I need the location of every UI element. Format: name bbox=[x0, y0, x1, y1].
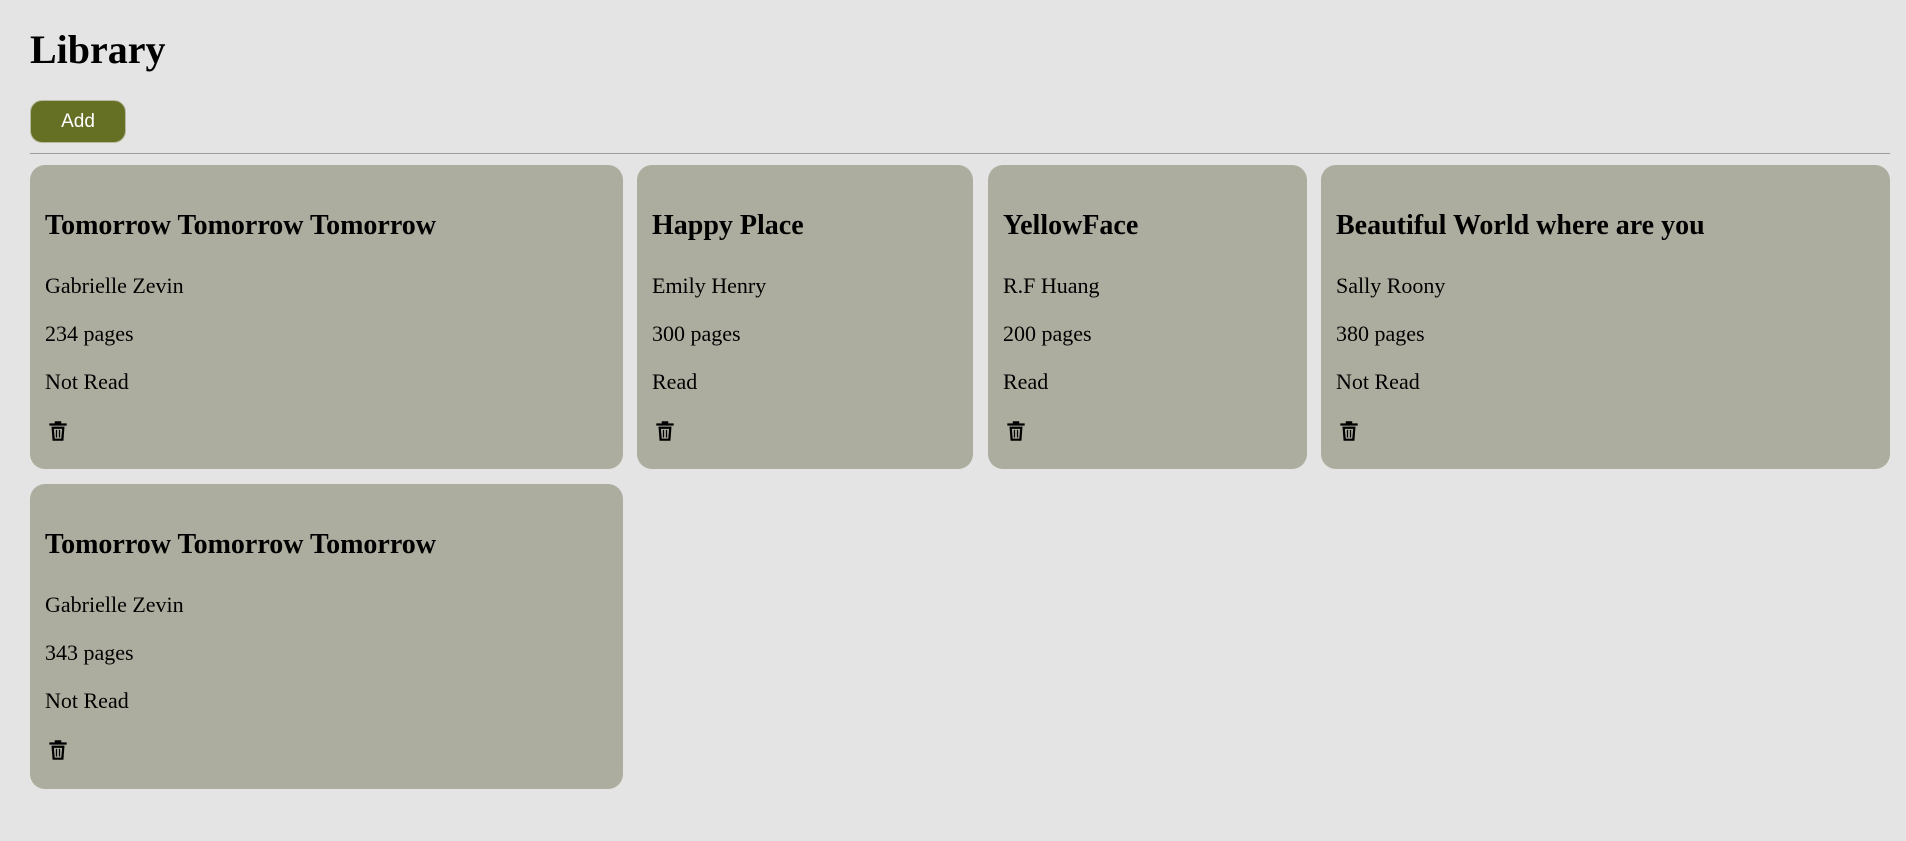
book-read-status: Not Read bbox=[1336, 369, 1420, 394]
book-pages: 343 pages bbox=[45, 640, 134, 665]
book-title: YellowFace bbox=[1003, 210, 1139, 241]
trash-icon[interactable] bbox=[1003, 418, 1029, 444]
book-pages: 234 pages bbox=[45, 321, 134, 346]
book-pages: 300 pages bbox=[652, 321, 741, 346]
book-read-status: Not Read bbox=[45, 369, 129, 394]
divider bbox=[30, 153, 1890, 154]
book-title: Beautiful World where are you bbox=[1336, 210, 1705, 241]
trash-icon[interactable] bbox=[1336, 418, 1362, 444]
book-read-status: Read bbox=[652, 369, 698, 394]
book-pages: 200 pages bbox=[1003, 321, 1092, 346]
book-title: Happy Place bbox=[652, 210, 804, 241]
book-card: Tomorrow Tomorrow Tomorrow Gabrielle Zev… bbox=[30, 484, 623, 789]
trash-icon[interactable] bbox=[45, 737, 71, 763]
book-card: Happy Place Emily Henry 300 pages Read bbox=[637, 165, 973, 469]
page-title: Library bbox=[30, 27, 166, 72]
book-author: Gabrielle Zevin bbox=[45, 273, 184, 298]
book-read-status: Read bbox=[1003, 369, 1049, 394]
trash-icon[interactable] bbox=[45, 418, 71, 444]
book-card: YellowFace R.F Huang 200 pages Read bbox=[988, 165, 1307, 469]
book-card: Tomorrow Tomorrow Tomorrow Gabrielle Zev… bbox=[30, 165, 623, 469]
book-read-status: Not Read bbox=[45, 688, 129, 713]
book-card: Beautiful World where are you Sally Roon… bbox=[1321, 165, 1890, 469]
book-title: Tomorrow Tomorrow Tomorrow bbox=[45, 210, 436, 241]
trash-icon[interactable] bbox=[652, 418, 678, 444]
add-book-button[interactable]: Add bbox=[30, 100, 126, 143]
book-author: Sally Roony bbox=[1336, 273, 1446, 298]
book-author: R.F Huang bbox=[1003, 273, 1100, 298]
book-author: Emily Henry bbox=[652, 273, 767, 298]
book-pages: 380 pages bbox=[1336, 321, 1425, 346]
book-title: Tomorrow Tomorrow Tomorrow bbox=[45, 529, 436, 560]
book-author: Gabrielle Zevin bbox=[45, 592, 184, 617]
